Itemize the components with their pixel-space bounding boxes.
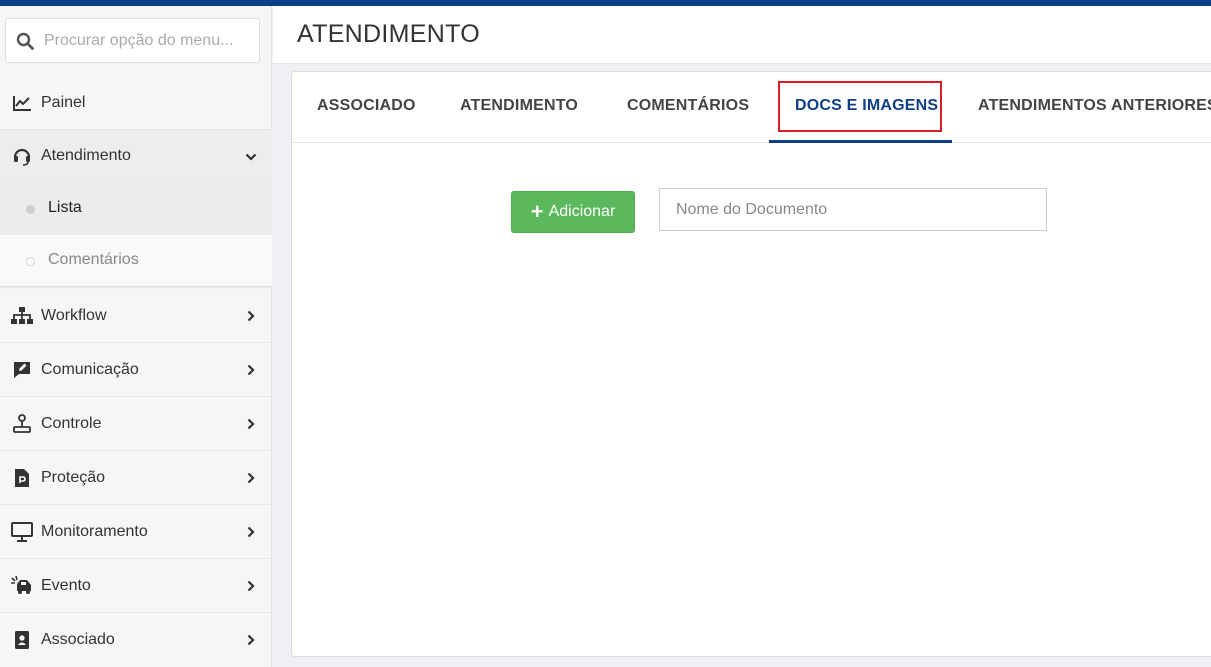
sidebar-item-controle[interactable]: Controle <box>0 397 272 451</box>
sidebar-item-label: Atendimento <box>41 147 131 164</box>
sidebar-item-label: Evento <box>41 577 91 594</box>
content-card: ASSOCIADO ATENDIMENTO COMENTÁRIOS DOCS E… <box>291 71 1211 657</box>
sidebar-item-comunicacao[interactable]: Comunicação <box>0 343 272 397</box>
chevron-right-icon <box>244 363 258 377</box>
contact-book-icon <box>11 629 33 651</box>
sitemap-icon <box>11 305 33 327</box>
sidebar-item-workflow[interactable]: Workflow <box>0 289 272 343</box>
highlight-annotation-box <box>778 81 942 132</box>
chevron-right-icon <box>244 579 258 593</box>
sidebar-subitem-lista[interactable]: Lista <box>0 183 272 235</box>
chart-line-icon <box>11 92 33 114</box>
page-title: ATENDIMENTO <box>297 20 480 48</box>
sidebar-subitem-label: Lista <box>48 199 82 216</box>
file-p-icon <box>11 467 33 489</box>
sidebar-item-label: Workflow <box>41 307 107 324</box>
chevron-right-icon <box>244 309 258 323</box>
add-button-label: Adicionar <box>548 203 616 220</box>
sidebar-item-label: Proteção <box>41 469 106 486</box>
tab-atendimento[interactable]: ATENDIMENTO <box>460 97 578 115</box>
tree-dot <box>26 257 35 266</box>
sidebar-item-atendimento[interactable]: Atendimento <box>0 130 272 183</box>
document-name-input[interactable] <box>659 188 1047 231</box>
sidebar-item-painel[interactable]: Painel <box>0 76 272 130</box>
sidebar-item-monitoramento[interactable]: Monitoramento <box>0 505 272 559</box>
sidebar-item-label: Controle <box>41 415 102 432</box>
sidebar-subitem-label: Comentários <box>48 251 139 268</box>
monitor-icon <box>11 521 33 543</box>
add-document-button[interactable]: + Adicionar <box>511 191 635 233</box>
tab-bar: ASSOCIADO ATENDIMENTO COMENTÁRIOS DOCS E… <box>292 72 1211 143</box>
joystick-icon <box>11 413 33 435</box>
tab-comentarios[interactable]: COMENTÁRIOS <box>627 97 749 115</box>
chevron-down-icon <box>244 150 258 164</box>
chevron-right-icon <box>244 471 258 485</box>
chevron-right-icon <box>244 525 258 539</box>
sidebar-subitem-comentarios[interactable]: Comentários <box>0 235 272 287</box>
sidebar-item-label: Associado <box>41 631 115 648</box>
sidebar-item-associado[interactable]: Associado <box>0 613 272 667</box>
headset-icon <box>11 145 33 167</box>
sidebar-item-protecao[interactable]: Proteção <box>0 451 272 505</box>
sidebar-item-label: Painel <box>41 94 86 111</box>
car-crash-icon <box>11 575 33 597</box>
sidebar: Painel Atendimento Lista Comentários Wor… <box>0 6 272 667</box>
sidebar-item-label: Comunicação <box>41 361 139 378</box>
page-header: ATENDIMENTO <box>273 6 1211 64</box>
tab-atendimentos-anteriores[interactable]: ATENDIMENTOS ANTERIORES <box>978 97 1211 115</box>
plus-icon: + <box>530 199 544 224</box>
menu-search <box>5 18 260 63</box>
sidebar-item-label: Monitoramento <box>41 523 148 540</box>
active-tab-indicator <box>769 140 952 143</box>
chevron-right-icon <box>244 417 258 431</box>
tab-associado[interactable]: ASSOCIADO <box>317 97 416 115</box>
chevron-right-icon <box>244 633 258 647</box>
sidebar-item-evento[interactable]: Evento <box>0 559 272 613</box>
search-input[interactable] <box>44 31 249 50</box>
search-icon <box>6 32 44 50</box>
comment-edit-icon <box>11 359 33 381</box>
tree-dot <box>26 205 35 214</box>
